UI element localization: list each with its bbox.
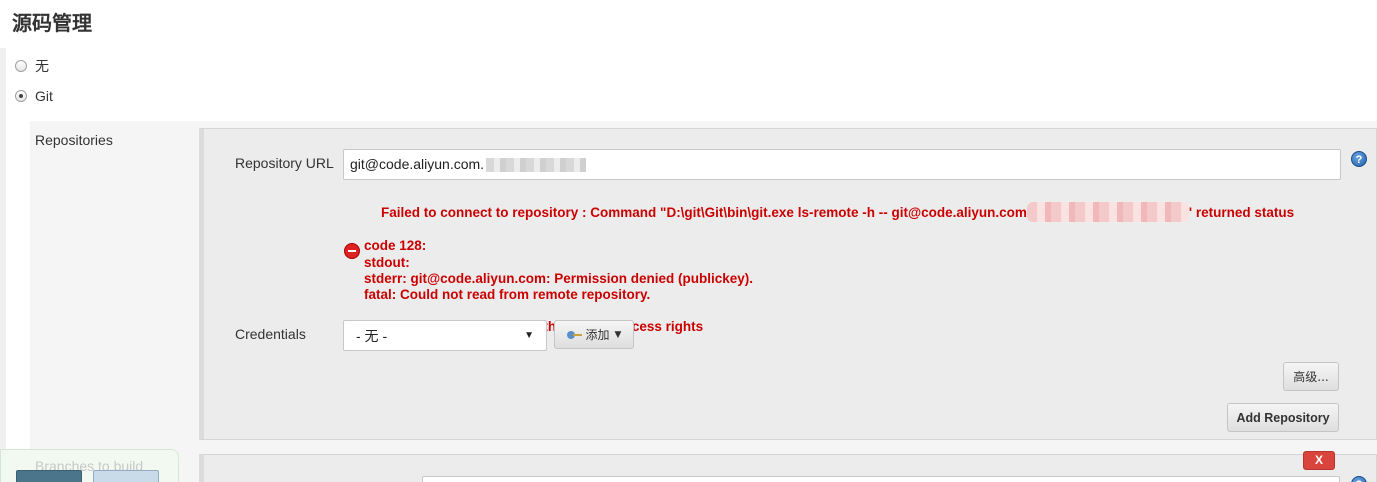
key-icon [566,330,582,339]
select-arrow-icon: ▼ [524,330,534,341]
branch-specifier-input[interactable] [422,476,1340,482]
repository-url-value: git@code.aliyun.com. [350,156,485,172]
add-repository-label: Add Repository [1236,410,1330,425]
add-credentials-label: 添加 [585,328,610,342]
dropdown-caret-icon: ▼ [614,329,622,340]
error-line-1: Failed to connect to repository : Comman… [381,205,1027,221]
section-title: 源码管理 [12,11,92,35]
redacted-url-part [486,157,587,172]
save-button[interactable] [16,470,82,482]
error-line-1-tail: ' returned status [1188,205,1295,221]
credentials-selected-value: - 无 - [356,327,388,344]
scm-option-none[interactable]: 无 [15,56,49,76]
scm-option-git[interactable]: Git [15,88,53,104]
scm-option-none-label: 无 [35,58,49,74]
advanced-button-label: 高级... [1293,370,1329,384]
add-repository-button[interactable]: Add Repository [1227,403,1339,432]
error-icon [344,243,360,259]
error-line-2: code 128: [364,238,427,254]
error-line-4: stderr: git@code.aliyun.com: Permission … [364,270,753,286]
section-left-bar [0,48,6,482]
radio-none[interactable] [15,60,27,72]
scm-option-git-label: Git [35,88,53,104]
repository-url-input[interactable]: git@code.aliyun.com. [343,149,1341,180]
help-icon[interactable]: ? [1351,151,1367,167]
redacted-error-part [1026,202,1189,223]
error-line-blank [364,303,1324,319]
add-credentials-button[interactable]: 添加 ▼ [554,320,634,349]
credentials-select[interactable]: - 无 - ▼ [343,320,547,351]
delete-button[interactable]: X [1303,451,1335,470]
radio-git[interactable] [15,90,27,102]
repository-url-label: Repository URL [235,155,334,171]
error-line-3: stdout: [364,254,410,270]
repositories-label: Repositories [35,132,113,148]
advanced-button[interactable]: 高级... [1283,362,1339,391]
credentials-label: Credentials [235,326,306,342]
error-line-5: fatal: Could not read from remote reposi… [364,287,651,303]
apply-button[interactable] [93,470,159,482]
